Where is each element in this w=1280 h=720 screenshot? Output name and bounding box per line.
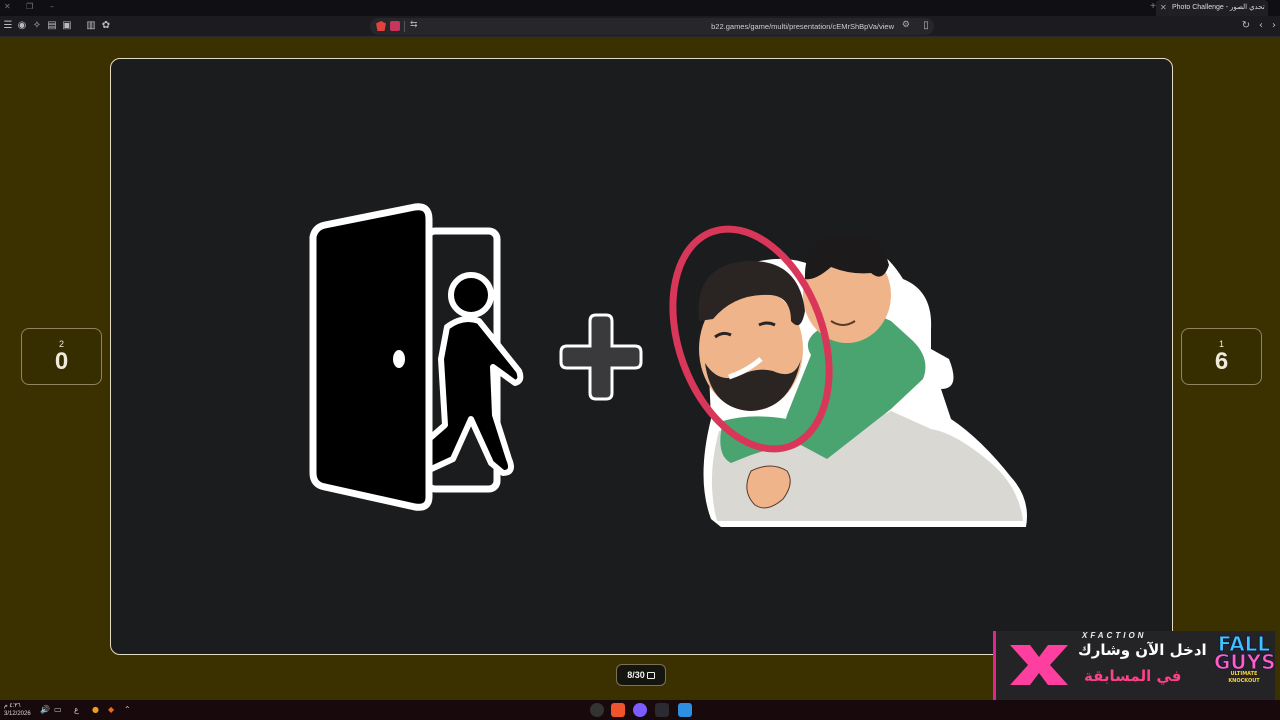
url-divider: [404, 21, 405, 32]
browser-toolbar: ☰ ◉ ✧ ▤ ▣ ▥ ✿ ⇆ b22.games/game/multi/pre…: [0, 16, 1280, 37]
ad-subheadline: في المسابقة: [1084, 667, 1182, 685]
score-card-left: 2 0: [21, 328, 102, 385]
walking-person-icon: [424, 272, 524, 476]
reload-icon[interactable]: ↻: [1240, 20, 1252, 32]
slide-counter-text: 8/30: [627, 670, 645, 680]
photo-icon: [646, 672, 655, 679]
taskbar-start-icon[interactable]: [678, 703, 692, 717]
plus-icon: [559, 313, 643, 401]
xfaction-logo-icon: [1010, 645, 1068, 685]
location-icon[interactable]: ◉: [16, 20, 28, 32]
bookmark-icon[interactable]: ▯: [920, 20, 932, 32]
restore-window-icon[interactable]: ❐: [26, 2, 33, 11]
mic-icon[interactable]: ●: [92, 704, 99, 716]
taskbar-app-brave-icon[interactable]: [611, 703, 625, 717]
taskbar-app-obs-icon[interactable]: [590, 703, 604, 717]
slide-counter: 8/30: [616, 664, 666, 686]
address-bar[interactable]: ⇆ b22.games/game/multi/presentation/cEMr…: [370, 18, 934, 35]
brave-rewards-icon[interactable]: [390, 21, 400, 31]
back-icon[interactable]: ‹: [1255, 20, 1267, 32]
close-window-icon[interactable]: ✕: [4, 2, 11, 11]
wallet-icon[interactable]: ▥: [85, 20, 97, 32]
extensions-icon[interactable]: ✧: [31, 20, 43, 32]
taskbar-app-discord-icon[interactable]: [633, 703, 647, 717]
url-text[interactable]: b22.games/game/multi/presentation/cEMrSh…: [711, 18, 894, 35]
brave-shield-icon[interactable]: [376, 21, 386, 31]
menu-icon[interactable]: ☰: [2, 20, 14, 32]
door-exit-icon: [309, 203, 524, 511]
taskbar-search-icon[interactable]: [655, 703, 669, 717]
system-clock[interactable]: ٤:٣٦ م 3/12/2026: [4, 702, 31, 718]
clock-date: 3/12/2026: [4, 711, 31, 717]
tray-app-icon[interactable]: ◆: [108, 704, 114, 716]
site-settings-icon[interactable]: ⚙: [902, 19, 910, 30]
forward-icon[interactable]: ›: [1268, 20, 1280, 32]
network-icon[interactable]: ▭: [54, 704, 62, 716]
tab-close-icon[interactable]: ✕: [1160, 0, 1167, 16]
leo-icon[interactable]: ✿: [100, 20, 112, 32]
volume-icon[interactable]: 🔊: [40, 704, 50, 716]
chevron-up-icon[interactable]: ⌃: [124, 704, 131, 716]
fall-guys-logo: FALL GUYS ULTIMATE KNOCKOUT: [1214, 634, 1276, 685]
minimize-window-icon[interactable]: –: [50, 2, 54, 11]
puzzle-illustration: [309, 203, 1027, 527]
sidebar-icon[interactable]: ▣: [61, 20, 73, 32]
clock-time: ٤:٣٦ م: [4, 703, 21, 709]
ad-brand: XFACTION: [1082, 631, 1147, 640]
fall-guys-title-2: GUYS: [1214, 650, 1276, 674]
tabs-icon[interactable]: ▤: [46, 20, 58, 32]
father-son-hug-icon: [669, 225, 1027, 527]
player-score: 0: [54, 348, 69, 375]
puzzle-stage: [110, 58, 1173, 655]
ad-banner[interactable]: XFACTION ادخل الآن وشارك في المسابقة FAL…: [993, 631, 1275, 701]
player-score: 6: [1214, 348, 1229, 375]
os-taskbar: ٤:٣٦ م 3/12/2026 🔊 ▭ ع ● ◆ ⌃: [0, 700, 1280, 720]
score-card-right: 1 6: [1181, 328, 1262, 385]
tab-title: Photo Challenge - تحدي الصور: [1172, 4, 1265, 11]
game-page: 2 0 1 6 8/30 XFACTION ادخل الآن وشارك في…: [0, 38, 1280, 701]
language-indicator[interactable]: ع: [74, 704, 79, 716]
browser-tabstrip: ✕ ❐ – + ✕ Photo Challenge - تحدي الصور: [0, 0, 1280, 16]
ad-headline: ادخل الآن وشارك: [1078, 641, 1207, 659]
browser-tab-active[interactable]: ✕ Photo Challenge - تحدي الصور: [1156, 0, 1268, 16]
share-icon[interactable]: ⇆: [410, 19, 418, 30]
